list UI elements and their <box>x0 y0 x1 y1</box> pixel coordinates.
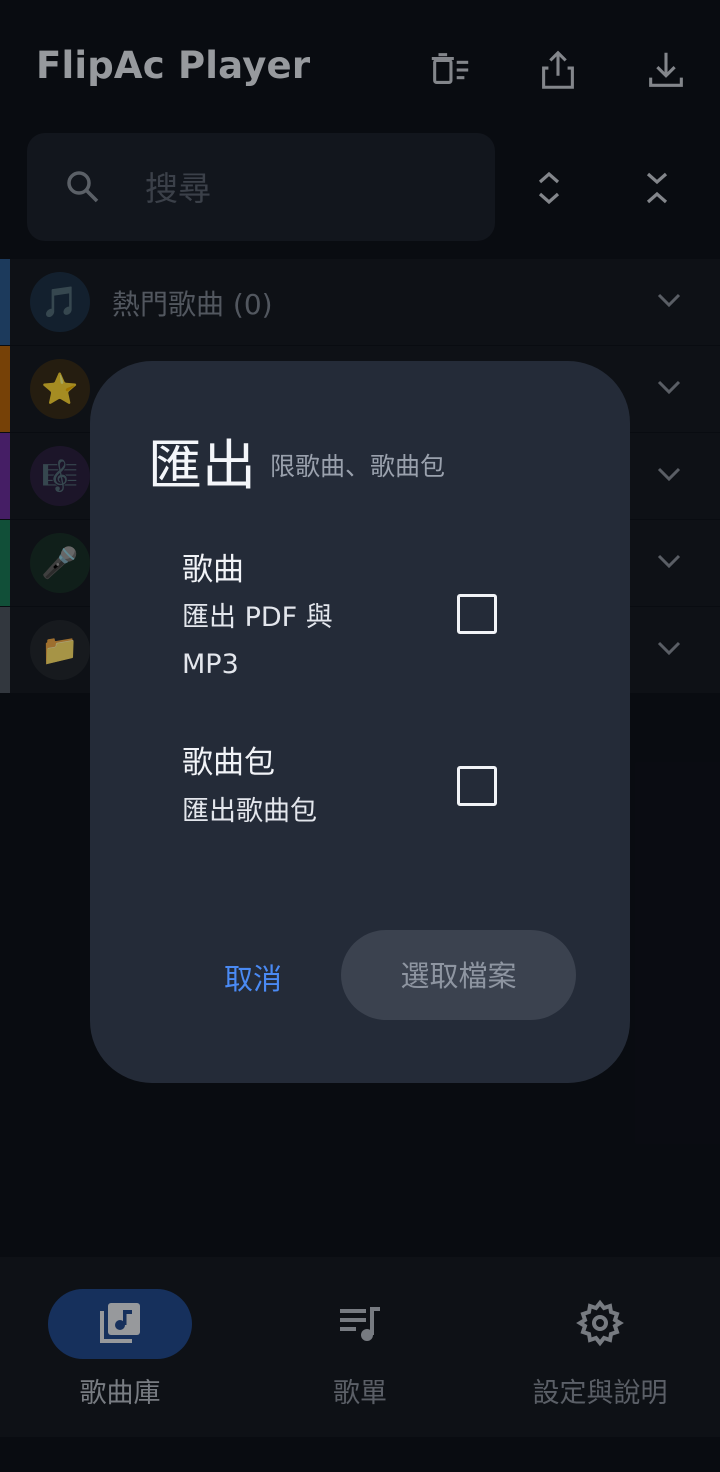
cancel-button[interactable]: 取消 <box>198 955 308 996</box>
option-songs-desc: 匯出 PDF 與 MP3 <box>182 602 333 680</box>
dialog-subtitle: 限歌曲、歌曲包 <box>270 452 446 481</box>
option-songs-checkbox[interactable] <box>457 594 497 634</box>
choose-file-button[interactable]: 選取檔案 <box>341 930 576 1020</box>
option-song-pack-checkbox[interactable] <box>457 766 497 806</box>
option-song-pack-label: 歌曲包 <box>182 745 275 781</box>
option-songs-label: 歌曲 <box>182 552 244 588</box>
dialog-title: 匯出 <box>148 434 256 497</box>
export-dialog: 匯出 限歌曲、歌曲包 歌曲 匯出 PDF 與 MP3 歌曲包 匯出歌曲包 取消 … <box>90 361 630 1083</box>
option-song-pack-desc: 匯出歌曲包 <box>182 796 317 827</box>
